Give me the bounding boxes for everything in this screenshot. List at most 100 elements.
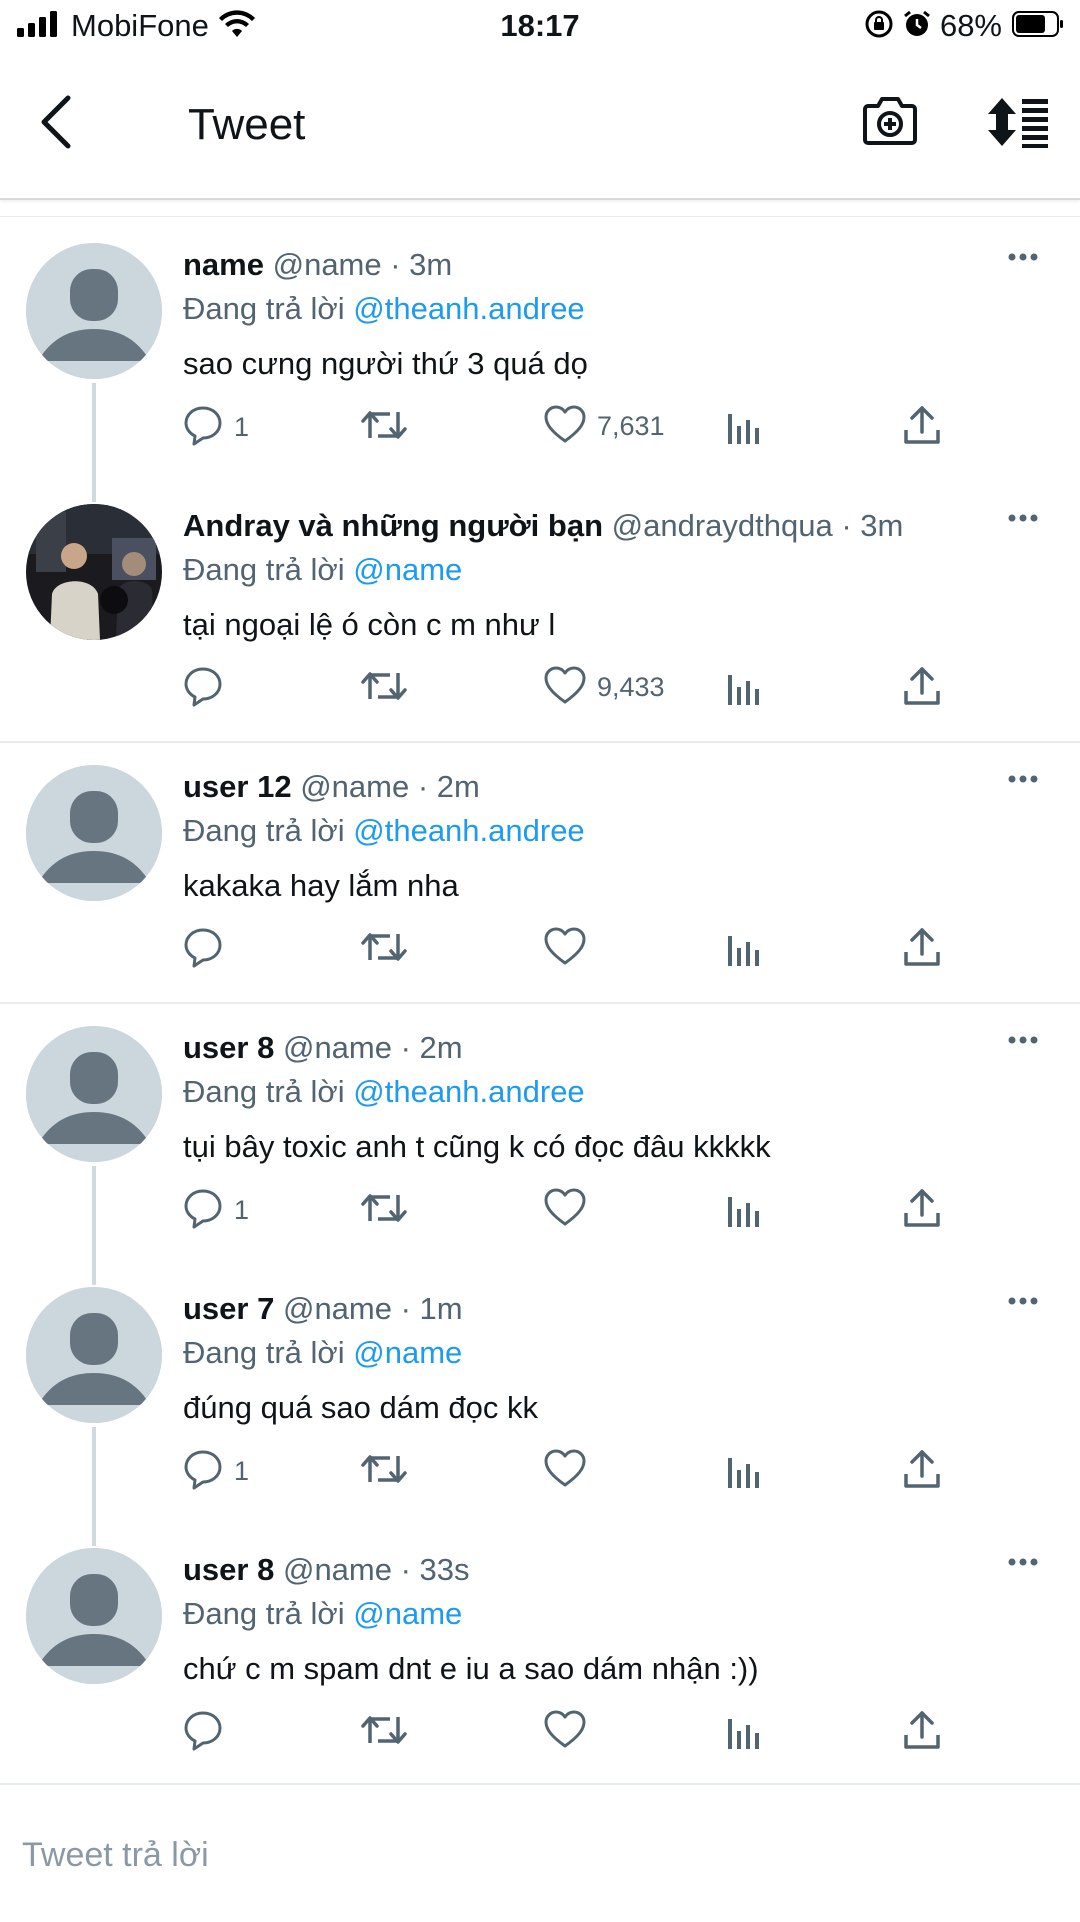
display-name[interactable]: user 7 [183, 1291, 274, 1326]
reply-icon [182, 404, 224, 451]
avatar[interactable] [26, 1287, 162, 1423]
like-button[interactable]: 9,433 [543, 665, 665, 710]
display-name[interactable]: user 8 [183, 1030, 274, 1065]
like-button[interactable]: 7,631 [543, 404, 665, 449]
share-icon [902, 1709, 942, 1756]
reply-icon [182, 1187, 224, 1234]
tweet-header: user 12 @name · 2m [183, 769, 480, 805]
share-icon [902, 1187, 942, 1234]
heart-icon [543, 1709, 587, 1754]
handle-and-time: @name · 1m [282, 1291, 463, 1326]
reply-button[interactable] [182, 1709, 234, 1756]
reply-tweet[interactable]: Andray và những người bạn @andraydthqua … [0, 480, 1080, 743]
analytics-icon [726, 1187, 762, 1234]
reply-button[interactable]: 1 [182, 404, 249, 451]
share-button[interactable] [902, 665, 942, 712]
display-name[interactable]: user 8 [183, 1552, 274, 1587]
page-title: Tweet [188, 100, 306, 149]
like-button[interactable] [543, 1187, 597, 1232]
avatar[interactable] [26, 243, 162, 379]
like-button[interactable] [543, 1709, 597, 1754]
display-name[interactable]: name [183, 247, 264, 282]
reply-tweet[interactable]: user 12 @name · 2m Đang trả lời @theanh.… [0, 743, 1080, 1004]
alarm-icon [902, 9, 932, 44]
display-name[interactable]: user 12 [183, 769, 292, 804]
handle-and-time: @andraydthqua · 3m [611, 508, 904, 543]
retweet-button[interactable] [360, 1448, 408, 1495]
share-button[interactable] [902, 1187, 942, 1234]
retweet-button[interactable] [360, 1187, 408, 1234]
display-name[interactable]: Andray và những người bạn [183, 508, 603, 543]
more-options-icon[interactable] [1008, 771, 1038, 789]
thread-connector [92, 383, 96, 484]
replying-to-label: Đang trả lời [183, 291, 345, 326]
rotation-lock-icon [864, 9, 894, 44]
replying-to: Đang trả lời @name [183, 1596, 462, 1632]
analytics-button[interactable] [726, 665, 762, 712]
avatar[interactable] [26, 1026, 162, 1162]
heart-icon [543, 1448, 587, 1493]
reply-tweet[interactable]: user 8 @name · 33s Đang trả lời @name ch… [0, 1524, 1080, 1787]
mention-link[interactable]: @theanh.andree [353, 291, 584, 326]
share-button[interactable] [902, 926, 942, 973]
reply-input[interactable] [22, 1825, 1022, 1885]
replying-to-label: Đang trả lời [183, 1074, 345, 1109]
mention-link[interactable]: @name [353, 1335, 462, 1370]
mention-link[interactable]: @theanh.andree [353, 813, 584, 848]
replying-to: Đang trả lời @name [183, 1335, 462, 1371]
like-button[interactable] [543, 1448, 597, 1493]
retweet-button[interactable] [360, 926, 408, 973]
replying-to-label: Đang trả lời [183, 552, 345, 587]
heart-icon [543, 665, 587, 710]
mention-link[interactable]: @name [353, 1596, 462, 1631]
more-options-icon[interactable] [1008, 1032, 1038, 1050]
heart-icon [543, 926, 587, 971]
more-options-icon[interactable] [1008, 510, 1038, 528]
back-arrow-icon[interactable] [36, 94, 76, 155]
retweet-button[interactable] [360, 1709, 408, 1756]
tweet-text: đúng quá sao dám đọc kk [183, 1390, 539, 1425]
reply-button[interactable] [182, 665, 234, 712]
analytics-button[interactable] [726, 1448, 762, 1495]
avatar[interactable] [26, 1548, 162, 1684]
reply-icon [182, 665, 224, 712]
retweet-button[interactable] [360, 665, 408, 712]
tweet-text: chứ c m spam dnt e iu a sao dám nhận :)) [183, 1651, 759, 1686]
tweet-text: sao cưng người thứ 3 quá dọ [183, 346, 588, 381]
analytics-button[interactable] [726, 1709, 762, 1756]
analytics-button[interactable] [726, 926, 762, 973]
handle-and-time: @name · 2m [300, 769, 480, 804]
analytics-button[interactable] [726, 404, 762, 451]
more-options-icon[interactable] [1008, 249, 1038, 267]
reply-button[interactable]: 1 [182, 1187, 249, 1234]
sort-replies-icon[interactable] [984, 96, 1050, 153]
thread-connector [92, 1263, 96, 1285]
reply-button[interactable] [182, 926, 234, 973]
retweet-icon [360, 404, 408, 451]
tweet-header: user 7 @name · 1m [183, 1291, 463, 1327]
mention-link[interactable]: @theanh.andree [353, 1074, 584, 1109]
analytics-button[interactable] [726, 1187, 762, 1234]
tweet-header: name @name · 3m [183, 247, 452, 283]
mention-link[interactable]: @name [353, 552, 462, 587]
reply-button[interactable]: 1 [182, 1448, 249, 1495]
more-options-icon[interactable] [1008, 1293, 1038, 1311]
reply-tweet[interactable]: user 8 @name · 2m Đang trả lời @theanh.a… [0, 1004, 1080, 1267]
replying-to: Đang trả lời @name [183, 552, 462, 588]
reply-tweet[interactable]: user 7 @name · 1m Đang trả lời @name đún… [0, 1263, 1080, 1528]
tweet-header: user 8 @name · 33s [183, 1552, 470, 1588]
thread-connector [92, 1524, 96, 1546]
share-button[interactable] [902, 1448, 942, 1495]
retweet-button[interactable] [360, 404, 408, 451]
retweet-icon [360, 1709, 408, 1756]
avatar-photo[interactable] [26, 504, 162, 640]
avatar[interactable] [26, 765, 162, 901]
more-options-icon[interactable] [1008, 1554, 1038, 1572]
camera-icon[interactable] [862, 94, 918, 151]
share-button[interactable] [902, 404, 942, 451]
status-right: 68% [864, 8, 1064, 44]
share-icon [902, 1448, 942, 1495]
like-button[interactable] [543, 926, 597, 971]
reply-tweet[interactable]: name @name · 3m Đang trả lời @theanh.and… [0, 221, 1080, 484]
share-button[interactable] [902, 1709, 942, 1756]
